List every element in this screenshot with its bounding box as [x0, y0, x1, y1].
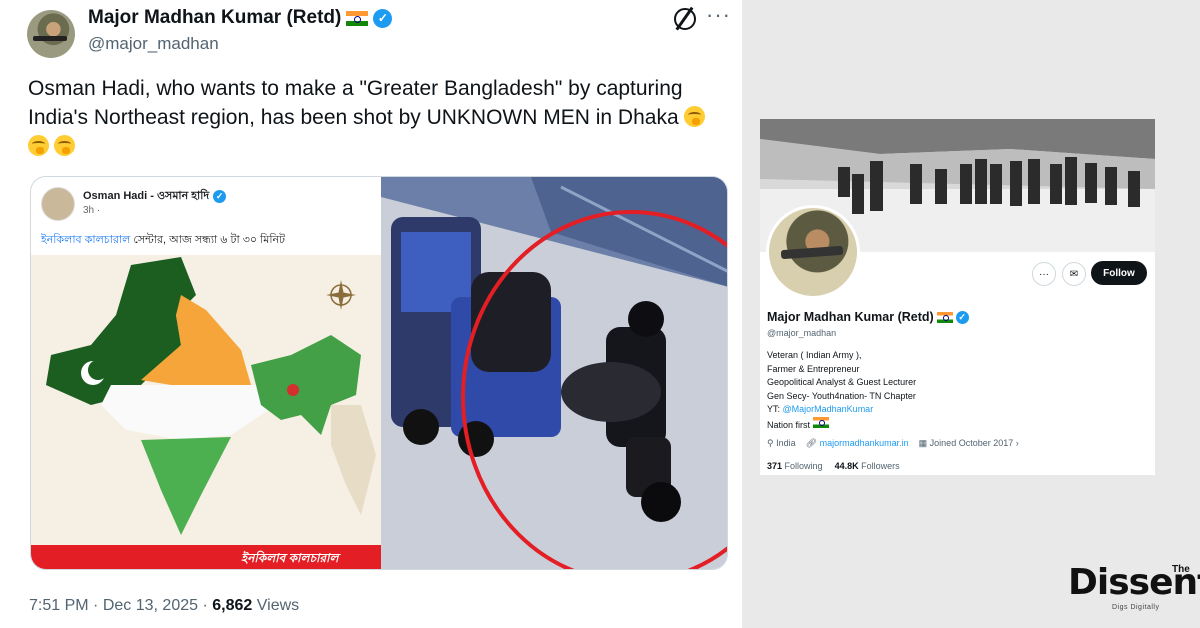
timestamp-separator: · [202, 597, 208, 614]
profile-card: ··· ✉ Follow Major Madhan Kumar (Retd) ✓… [760, 119, 1155, 475]
grok-icon[interactable] [674, 8, 696, 30]
tweet-text: Osman Hadi, who wants to make a "Greater… [28, 74, 728, 161]
tweet-date: Dec 13, 2025 [102, 597, 199, 614]
author-handle[interactable]: @major_madhan [88, 34, 219, 54]
bio-line: Veteran ( Indian Army ), [767, 350, 862, 360]
verified-icon: ✓ [955, 310, 969, 324]
author-name[interactable]: Major Madhan Kumar (Retd) [88, 7, 341, 29]
bio-line: Farmer & Entrepreneur [767, 363, 860, 374]
following-label: Following [784, 461, 823, 471]
location-pin-icon: ⚲ [767, 438, 774, 448]
following-stat[interactable]: 371 Following [767, 461, 823, 471]
tweet-card: Major Madhan Kumar (Retd) ✓ @major_madha… [0, 0, 742, 628]
more-icon[interactable]: ··· [706, 2, 731, 28]
embedded-post-time: 3h · [83, 205, 101, 216]
greater-bangladesh-map [31, 255, 381, 545]
joined-item: ▦ Joined October 2017 › [919, 438, 1019, 449]
joined-text: Joined October 2017 [929, 438, 1014, 448]
bio-line-yt: YT: @MajorMadhanKumar [767, 403, 916, 417]
flag-india-icon [936, 311, 953, 323]
profile-name: Major Madhan Kumar (Retd) [767, 310, 934, 324]
tweet-timestamp[interactable]: 7:51 PM · Dec 13, 2025 · 6,862 Views [29, 597, 299, 615]
embedded-post-author: Osman Hadi - ওসমান হাদি [83, 190, 210, 202]
profile-name-row: Major Madhan Kumar (Retd) ✓ [767, 310, 969, 324]
views-count: 6,862 [212, 597, 253, 614]
the-dissent-logo: Dissent The Digs Digitally [1068, 562, 1200, 618]
embedded-post-author-row: Osman Hadi - ওসমান হাদি ✓ [83, 187, 227, 206]
profile-avatar[interactable] [766, 205, 860, 299]
timestamp-separator: · [93, 597, 99, 614]
embedded-post-banner: ইনকিলাব কালচারাল [31, 545, 381, 569]
message-icon[interactable]: ✉ [1062, 262, 1086, 286]
chevron-right-icon: › [1015, 438, 1019, 448]
bio-line: Gen Secy- Youth4nation- TN Chapter [767, 390, 916, 401]
followers-count: 44.8K [834, 461, 859, 471]
cctv-still-image [381, 177, 727, 569]
views-label: Views [256, 597, 300, 614]
emoji-icon [54, 135, 75, 156]
website-link[interactable]: majormadhankumar.in [820, 438, 909, 448]
nation-text: Nation first [767, 419, 811, 430]
flag-india-icon [812, 416, 829, 428]
embedded-post-link: ইনকিলাব কালচারাল [41, 234, 131, 246]
youtube-link[interactable]: @MajorMadhanKumar [783, 404, 874, 414]
emoji-icon [28, 135, 49, 156]
bio-line-nation: Nation first [767, 416, 916, 433]
location-item: ⚲ India [767, 438, 796, 449]
bio-line: Geopolitical Analyst & Guest Lecturer [767, 377, 917, 387]
profile-meta: ⚲ India 🔗︎ majormadhankumar.in ▦ Joined … [767, 438, 1019, 449]
follow-button[interactable]: Follow [1091, 261, 1147, 285]
author-name-row: Major Madhan Kumar (Retd) ✓ [88, 7, 393, 29]
followers-stat[interactable]: 44.8K Followers [835, 461, 900, 471]
link-icon: 🔗︎ [805, 438, 818, 448]
followers-label: Followers [861, 461, 900, 471]
embedded-post-screenshot: Osman Hadi - ওসমান হাদি ✓ 3h · ইনকিলাব ক… [31, 177, 381, 569]
profile-stats: 371 Following 44.8K Followers [767, 461, 900, 471]
author-avatar[interactable] [27, 10, 75, 58]
more-options-icon[interactable]: ··· [1032, 262, 1056, 286]
logo-tagline: Digs Digitally [1112, 604, 1160, 611]
verified-icon: ✓ [213, 190, 227, 203]
embedded-post-text-rest: সেন্টার, আজ সন্ধ্যা ৬ টা ৩০ মিনিট [130, 234, 286, 246]
tweet-time: 7:51 PM [29, 597, 89, 614]
emoji-icon [684, 106, 706, 127]
logo-the: The [1172, 564, 1190, 575]
profile-bio: Veteran ( Indian Army ), Farmer & Entrep… [767, 349, 916, 432]
tweet-media[interactable]: Osman Hadi - ওসমান হাদি ✓ 3h · ইনকিলাব ক… [30, 176, 728, 570]
yt-prefix: YT: [767, 404, 783, 414]
website-item[interactable]: 🔗︎ majormadhankumar.in [806, 438, 909, 449]
location-text: India [776, 438, 796, 448]
tweet-text-body: Osman Hadi, who wants to make a "Greater… [28, 77, 683, 129]
verified-icon: ✓ [373, 8, 393, 28]
flag-india-icon [346, 10, 369, 26]
embedded-post-text: ইনকিলাব কালচারাল সেন্টার, আজ সন্ধ্যা ৬ ট… [41, 231, 285, 250]
following-count: 371 [767, 461, 783, 471]
calendar-icon: ▦ [918, 438, 928, 448]
embedded-post-avatar [41, 187, 75, 221]
profile-handle: @major_madhan [767, 328, 837, 338]
